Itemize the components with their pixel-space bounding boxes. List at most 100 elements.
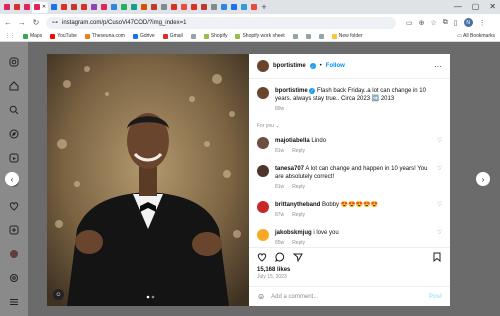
zoom-icon[interactable]: ⊕ xyxy=(419,19,425,27)
extensions-icon[interactable]: ⧉ xyxy=(443,19,448,27)
browser-tab[interactable] xyxy=(12,2,21,13)
bookmark-item[interactable] xyxy=(318,33,324,39)
commenter-username[interactable]: jakobskmjug xyxy=(275,230,312,236)
comment-like-icon[interactable]: ♡ xyxy=(437,229,442,247)
browser-tab[interactable] xyxy=(59,2,68,13)
close-window-icon[interactable]: ✕ xyxy=(489,2,496,11)
comment-like-icon[interactable]: ♡ xyxy=(437,165,442,191)
browser-tab[interactable] xyxy=(219,2,228,13)
reply-button[interactable]: Reply xyxy=(292,211,305,219)
browser-tab[interactable] xyxy=(69,2,78,13)
author-username[interactable]: bportistime xyxy=(273,63,306,69)
back-icon[interactable]: ← xyxy=(4,18,12,27)
save-icon[interactable] xyxy=(432,252,442,264)
bookmark-item[interactable]: Shopify xyxy=(203,33,227,39)
sidepanel-icon[interactable]: ▯ xyxy=(454,19,458,27)
browser-tab[interactable] xyxy=(159,2,168,13)
bookmark-item[interactable]: Shopify work sheet xyxy=(235,33,285,39)
commenter-username[interactable]: tanesa707 xyxy=(275,166,304,172)
browser-tab[interactable] xyxy=(109,2,118,13)
browser-tab[interactable] xyxy=(249,2,258,13)
menu-icon[interactable]: ⋮ xyxy=(479,19,486,27)
author-avatar[interactable] xyxy=(257,60,269,72)
previous-post-button[interactable]: ‹ xyxy=(5,172,19,186)
profile-avatar[interactable]: N xyxy=(463,18,473,27)
close-tab-icon[interactable]: ✕ xyxy=(42,4,46,10)
follow-button[interactable]: Follow xyxy=(326,63,345,69)
forward-icon[interactable]: → xyxy=(18,18,26,27)
for-you-filter[interactable]: For you ⌄ xyxy=(257,123,442,129)
reply-button[interactable]: Reply xyxy=(292,147,305,155)
tagged-user-icon[interactable]: ☺ xyxy=(53,289,64,300)
more-options-icon[interactable]: ··· xyxy=(434,62,442,71)
browser-tab[interactable] xyxy=(199,2,208,13)
browser-tab[interactable] xyxy=(79,2,88,13)
reply-button[interactable]: Reply xyxy=(292,183,305,191)
new-tab-button[interactable]: + xyxy=(259,2,269,12)
browser-tab[interactable] xyxy=(99,2,108,13)
cast-icon[interactable]: ▭ xyxy=(406,19,413,27)
browser-tab[interactable] xyxy=(129,2,138,13)
next-post-button[interactable]: › xyxy=(476,172,490,186)
more-menu-icon[interactable] xyxy=(9,296,20,307)
comment-like-icon[interactable]: ♡ xyxy=(437,201,442,219)
page-overlay[interactable]: ‹ › ☺ bportistime ✓ • Follow ··· bportis… xyxy=(0,42,500,316)
commenter-avatar[interactable] xyxy=(257,229,269,241)
reels-icon[interactable] xyxy=(9,152,20,163)
bookmark-item[interactable]: Gmail xyxy=(162,33,183,39)
commenter-avatar[interactable] xyxy=(257,165,269,177)
browser-tab[interactable] xyxy=(22,2,31,13)
commenter-username[interactable]: brittanytheband xyxy=(275,202,320,208)
browser-tab[interactable] xyxy=(209,2,218,13)
maximize-icon[interactable]: ▢ xyxy=(472,2,480,11)
all-bookmarks-button[interactable]: ▭ All Bookmarks xyxy=(457,33,495,39)
browser-tab[interactable] xyxy=(179,2,188,13)
browser-tab[interactable]: ✕ xyxy=(32,1,48,13)
bookmark-item[interactable]: Theseuna.com xyxy=(84,33,125,39)
share-icon[interactable] xyxy=(292,252,303,264)
browser-tab[interactable] xyxy=(119,2,128,13)
profile-icon[interactable] xyxy=(9,248,20,259)
caption-avatar[interactable] xyxy=(257,87,269,99)
commenter-avatar[interactable] xyxy=(257,201,269,213)
bookmark-item[interactable] xyxy=(292,33,298,39)
browser-tab[interactable] xyxy=(89,2,98,13)
search-icon[interactable] xyxy=(9,104,20,115)
threads-icon[interactable] xyxy=(9,272,20,283)
reply-button[interactable]: Reply xyxy=(292,239,305,247)
bookmark-item[interactable]: Maps xyxy=(23,33,42,39)
browser-tab[interactable] xyxy=(189,2,198,13)
post-comment-button[interactable]: Post xyxy=(429,294,442,300)
caption-username[interactable]: bportistime xyxy=(275,88,308,94)
emoji-icon[interactable]: ☺ xyxy=(257,292,265,301)
create-icon[interactable] xyxy=(9,224,20,235)
browser-tab[interactable] xyxy=(149,2,158,13)
site-info-icon[interactable]: ⊶ xyxy=(52,19,58,26)
comment-input[interactable]: Add a comment... xyxy=(271,294,318,300)
commenter-username[interactable]: majotiabella xyxy=(275,138,310,144)
bookmark-star-icon[interactable]: ☆ xyxy=(431,19,437,27)
notifications-icon[interactable] xyxy=(9,200,20,211)
like-icon[interactable] xyxy=(257,252,267,264)
reload-icon[interactable]: ↻ xyxy=(32,18,40,27)
browser-tab[interactable] xyxy=(139,2,148,13)
explore-icon[interactable] xyxy=(9,128,20,139)
commenter-avatar[interactable] xyxy=(257,137,269,149)
bookmark-item[interactable] xyxy=(190,33,196,39)
instagram-logo-icon[interactable] xyxy=(9,56,20,67)
minimize-icon[interactable]: — xyxy=(454,2,462,11)
bookmark-item[interactable]: New folder xyxy=(331,33,363,39)
address-bar[interactable]: ⊶ instagram.com/p/CusoVi47COD/?img_index… xyxy=(46,16,396,29)
comment-like-icon[interactable]: ♡ xyxy=(437,137,442,155)
browser-tab[interactable] xyxy=(49,2,58,13)
bookmark-item[interactable]: YouTube xyxy=(50,33,77,39)
browser-tab[interactable] xyxy=(2,2,11,13)
browser-tab[interactable] xyxy=(229,2,238,13)
apps-icon[interactable]: ⋮⋮ xyxy=(5,33,15,39)
bookmark-item[interactable] xyxy=(305,33,311,39)
home-icon[interactable] xyxy=(9,80,20,91)
bookmark-item[interactable]: Gdrive xyxy=(132,33,155,39)
post-photo[interactable]: ☺ xyxy=(47,54,249,306)
browser-tab[interactable] xyxy=(239,2,248,13)
browser-tab[interactable] xyxy=(169,2,178,13)
